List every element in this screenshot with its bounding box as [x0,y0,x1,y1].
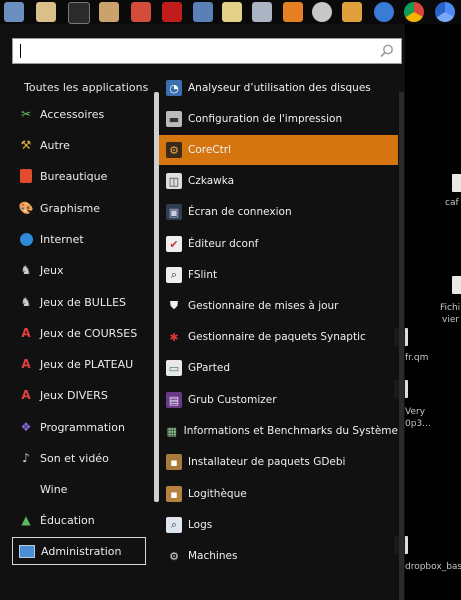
category-education[interactable]: ▲ Éducation [12,506,146,534]
administration-icon [19,543,35,559]
computer-icon[interactable] [193,2,213,22]
bubble-games-icon: ♞ [20,295,32,309]
grub-icon: ▤ [166,392,182,408]
archive-icon[interactable] [222,2,242,22]
corectrl-icon: ⚙ [166,142,182,158]
browser-icon[interactable] [374,2,394,22]
category-son-et-video[interactable]: ♪ Son et vidéo [12,444,146,472]
app-corectrl[interactable]: ⚙ CoreCtrl [159,135,398,165]
category-autre[interactable]: ⚒ Autre [12,131,146,159]
category-jeux-divers[interactable]: A Jeux DIVERS [12,381,146,409]
other-icon: ⚒ [20,138,32,152]
search-input[interactable] [12,38,402,64]
desktop-label: fr.qm [405,353,429,363]
desktop-label: vier fi [442,315,461,325]
logs-icon: ⌕ [166,517,182,533]
desktop-file-icon[interactable] [452,276,461,294]
education-icon: ▲ [21,513,31,527]
board-games-icon: A [21,357,31,371]
printer-icon: ▬ [166,111,182,127]
app-gparted[interactable]: ▭ GParted [159,353,398,383]
text-caret [20,44,21,58]
desktop-label: Fichi [440,303,461,313]
misc-games-icon: A [21,388,31,402]
app-update-manager[interactable]: ⛊ Gestionnaire de mises à jour [159,291,398,321]
apps-scrollbar-track[interactable] [399,92,404,600]
app-hardinfo[interactable]: ▦ Informations et Benchmarks du Système [159,416,398,446]
synaptic-icon: ✱ [169,330,179,344]
app-login-screen[interactable]: ▣ Écran de connexion [159,197,398,227]
programming-icon: ❖ [20,420,32,434]
network-icon[interactable] [131,2,151,22]
czkawka-icon: ◫ [166,173,182,189]
internet-icon [18,231,34,247]
category-jeux-de-plateau[interactable]: A Jeux de PLATEAU [12,350,146,378]
all-applications-header[interactable]: Toutes les applications [24,81,148,94]
app-dconf-editor[interactable]: ✔ Éditeur dconf [159,229,398,259]
disk-usage-icon: ◔ [166,80,182,96]
category-graphisme[interactable]: 🎨 Graphisme [12,194,146,222]
update-manager-icon: ⛊ [169,299,179,312]
category-administration[interactable]: Administration [12,537,146,565]
app-logs[interactable]: ⌕ Logs [159,510,398,540]
category-jeux-de-bulles[interactable]: ♞ Jeux de BULLES [12,288,146,316]
app-print-settings[interactable]: ▬ Configuration de l'impression [159,104,398,134]
app-czkawka[interactable]: ◫ Czkawka [159,166,398,196]
desktop-file-icon[interactable] [452,174,461,192]
terminal-icon[interactable] [68,2,90,24]
racing-games-icon: A [21,326,31,340]
app-grub-customizer[interactable]: ▤ Grub Customizer [159,385,398,415]
app-software-center[interactable]: ▪ Logithèque [159,479,398,509]
chrome-icon[interactable] [404,2,424,22]
dconf-icon: ✔ [166,236,182,252]
app-synaptic[interactable]: ✱ Gestionnaire de paquets Synaptic [159,322,398,352]
multimedia-icon[interactable] [283,2,303,22]
office-icon [18,168,34,184]
machines-icon: ⚙ [169,549,179,563]
sound-video-icon: ♪ [22,451,30,465]
category-internet[interactable]: Internet [12,225,146,253]
category-programmation[interactable]: ❖ Programmation [12,413,146,441]
gparted-icon: ▭ [166,360,182,376]
app-fslint[interactable]: ⌕ FSlint [159,260,398,290]
category-bureautique[interactable]: Bureautique [12,162,146,190]
taskbar [0,0,461,24]
filezilla-icon[interactable] [162,2,182,22]
settings-icon[interactable] [312,2,332,22]
desktop-label: 0p3... [405,419,431,429]
accessories-icon: ✂ [20,107,32,121]
software-center-icon: ▪ [166,486,182,502]
files-icon[interactable] [36,2,56,22]
games-icon: ♞ [20,263,32,277]
app-disk-usage-analyzer[interactable]: ◔ Analyseur d’utilisation des disques [159,73,398,103]
bottle-icon[interactable] [342,2,362,22]
graphics-icon: 🎨 [18,201,34,215]
hardinfo-icon: ▦ [166,424,177,438]
media-icon[interactable] [99,2,119,22]
chromium-icon[interactable] [435,2,455,22]
app-machines[interactable]: ⚙ Machines [159,541,398,571]
login-screen-icon: ▣ [166,204,182,220]
wine-icon [18,481,34,497]
category-jeux[interactable]: ♞ Jeux [12,256,146,284]
camera-icon[interactable] [252,2,272,22]
category-wine[interactable]: Wine [12,475,146,503]
fslint-icon: ⌕ [166,267,182,283]
category-jeux-de-courses[interactable]: A Jeux de COURSES [12,319,146,347]
category-accessoires[interactable]: ✂ Accessoires [12,100,146,128]
search-icon[interactable] [379,43,395,59]
desktop-label: caf d [445,198,461,208]
application-menu: Toutes les applications ✂ Accessoires ⚒ … [0,24,405,600]
desktop-label: dropbox_base [405,562,461,572]
app-gdebi[interactable]: ▪ Installateur de paquets GDebi [159,447,398,477]
desktop-label: Very [405,407,426,417]
gdebi-icon: ▪ [166,454,182,470]
folder-icon[interactable] [4,2,24,22]
